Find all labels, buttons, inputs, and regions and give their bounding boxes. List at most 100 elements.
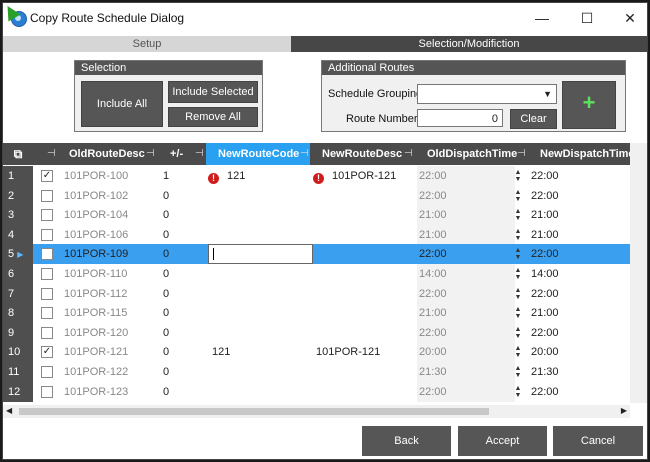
clear-button[interactable]: Clear <box>510 109 557 129</box>
table-row[interactable]: 3 101POR-104 0 21:00 ▲ ▼ 21:00 <box>3 205 630 226</box>
row-checkbox[interactable] <box>41 209 53 222</box>
table-row[interactable]: 11 101POR-122 0 21:30 ▲ ▼ 21:30 <box>3 362 630 382</box>
new-dispatch-time-cell[interactable]: 21:00 <box>531 225 559 245</box>
column-header-plus-minus[interactable]: +/- <box>170 143 183 165</box>
row-number[interactable]: 10 <box>3 342 33 363</box>
time-spinner-icon[interactable]: ▲ ▼ <box>514 264 522 284</box>
horizontal-scrollbar[interactable]: ◀ ▶ <box>3 405 630 418</box>
table-row[interactable]: 2 101POR-102 0 22:00 ▲ ▼ 22:00 <box>3 185 630 206</box>
row-checkbox[interactable] <box>41 189 53 202</box>
vertical-scrollbar[interactable] <box>630 143 647 403</box>
time-spinner-icon[interactable]: ▲ ▼ <box>514 166 522 186</box>
include-all-button[interactable]: Include All <box>81 81 163 127</box>
new-dispatch-time-cell[interactable]: 21:00 <box>531 205 559 225</box>
accept-button[interactable]: Accept <box>458 426 547 456</box>
row-checkbox[interactable] <box>41 248 53 261</box>
time-spinner-icon[interactable]: ▲ ▼ <box>514 303 522 323</box>
table-row[interactable]: 1 ✓ 101POR-100 1! 121! 101POR-121 22:00 ▲ ▼ 22:00 <box>3 166 630 186</box>
pin-icon[interactable]: ⊣ <box>47 143 56 165</box>
row-checkbox[interactable] <box>41 366 53 378</box>
new-dispatch-time-cell[interactable]: 21:30 <box>531 362 559 382</box>
back-button[interactable]: Back <box>362 426 451 456</box>
plus-minus-cell[interactable]: 0 <box>163 284 169 304</box>
new-route-desc-cell[interactable]: 101POR-121 <box>316 342 380 362</box>
row-number[interactable]: 3 <box>3 205 33 226</box>
minimize-button[interactable]: — <box>532 8 552 28</box>
plus-minus-cell[interactable]: 0 <box>163 342 169 362</box>
plus-minus-cell[interactable]: 0 <box>163 382 169 402</box>
table-row[interactable]: 12 101POR-123 0 22:00 ▲ ▼ 22:00 <box>3 381 630 402</box>
row-number[interactable]: 7 <box>3 283 33 304</box>
new-dispatch-time-cell[interactable]: 22:00 <box>531 382 559 402</box>
new-dispatch-time-cell[interactable]: 20:00 <box>531 342 559 362</box>
table-row[interactable]: 10 ✓ 101POR-121 0 121 101POR-121 20:00 ▲ ▼ 20:00 <box>3 342 630 363</box>
time-spinner-icon[interactable]: ▲ ▼ <box>514 382 522 402</box>
plus-minus-cell[interactable]: 0 <box>163 264 169 284</box>
table-row[interactable]: 9 101POR-120 0 22:00 ▲ ▼ 22:00 <box>3 322 630 343</box>
row-number[interactable]: 5 ▶ <box>3 244 33 265</box>
plus-minus-cell[interactable]: 0 <box>163 244 169 264</box>
time-spinner-icon[interactable]: ▲ ▼ <box>514 225 522 245</box>
table-row[interactable]: 4 101POR-106 0 21:00 ▲ ▼ 21:00 <box>3 224 630 245</box>
table-row[interactable]: 6 101POR-110 0 14:00 ▲ ▼ 14:00 <box>3 264 630 284</box>
remove-all-button[interactable]: Remove All <box>168 107 258 127</box>
maximize-button[interactable]: ☐ <box>577 8 597 28</box>
tab-setup[interactable]: Setup <box>3 36 291 52</box>
include-selected-button[interactable]: Include Selected <box>168 81 258 103</box>
scroll-right-icon[interactable]: ▶ <box>621 406 627 415</box>
route-number-input[interactable]: 0 <box>417 109 503 127</box>
pin-icon[interactable]: ⊣ <box>195 143 204 165</box>
horizontal-scroll-thumb[interactable] <box>19 408 489 415</box>
grid-menu-icon[interactable]: ⧉ <box>3 143 33 165</box>
plus-minus-cell[interactable]: 0 <box>163 323 169 343</box>
new-dispatch-time-cell[interactable]: 22:00 <box>531 166 559 186</box>
column-header-old-route-desc[interactable]: OldRouteDesc <box>69 143 145 165</box>
pin-icon[interactable]: ⊣ <box>517 143 526 165</box>
plus-minus-cell[interactable]: 0 <box>163 225 169 245</box>
schedule-grouping-dropdown[interactable]: ▼ <box>417 84 557 104</box>
column-header-old-dispatch-time[interactable]: OldDispatchTime <box>427 143 517 165</box>
row-number[interactable]: 9 <box>3 322 33 343</box>
row-checkbox[interactable] <box>41 307 53 320</box>
new-dispatch-time-cell[interactable]: 22:00 <box>531 284 559 304</box>
row-number[interactable]: 6 <box>3 264 33 284</box>
plus-minus-cell[interactable]: 0 <box>163 186 169 206</box>
new-route-desc-cell[interactable]: ! 101POR-121 <box>313 166 396 186</box>
row-number[interactable]: 8 <box>3 303 33 324</box>
new-dispatch-time-cell[interactable]: 22:00 <box>531 186 559 206</box>
time-spinner-icon[interactable]: ▲ ▼ <box>514 323 522 343</box>
pin-icon[interactable]: ⊣ <box>300 143 309 165</box>
plus-minus-cell[interactable]: 0 <box>163 303 169 323</box>
row-checkbox[interactable] <box>41 268 53 280</box>
new-dispatch-time-cell[interactable]: 22:00 <box>531 323 559 343</box>
time-spinner-icon[interactable]: ▲ ▼ <box>514 244 522 264</box>
row-number[interactable]: 4 <box>3 224 33 245</box>
close-button[interactable]: ✕ <box>620 8 640 28</box>
time-spinner-icon[interactable]: ▲ ▼ <box>514 362 522 382</box>
time-spinner-icon[interactable]: ▲ ▼ <box>514 342 522 362</box>
pin-icon[interactable]: ⊣ <box>404 143 413 165</box>
row-number[interactable]: 2 <box>3 185 33 206</box>
row-checkbox[interactable] <box>41 385 53 398</box>
new-route-code-cell[interactable]: ! 121 <box>208 166 245 186</box>
new-route-code-editor[interactable] <box>208 244 313 265</box>
plus-minus-cell[interactable]: 1 <box>163 166 169 186</box>
cancel-button[interactable]: Cancel <box>553 426 643 456</box>
time-spinner-icon[interactable]: ▲ ▼ <box>514 284 522 304</box>
add-route-button[interactable]: + <box>562 81 616 129</box>
row-checkbox[interactable] <box>41 326 53 339</box>
column-header-new-route-code[interactable]: NewRouteCode <box>206 143 310 165</box>
row-checkbox[interactable]: ✓ <box>41 170 53 182</box>
row-checkbox[interactable]: ✓ <box>41 346 53 359</box>
table-row[interactable]: 8 101POR-115 0 21:00 ▲ ▼ 21:00 <box>3 303 630 324</box>
column-header-new-dispatch-time[interactable]: NewDispatchTime <box>540 143 635 165</box>
plus-minus-cell[interactable]: 0 <box>163 362 169 382</box>
pin-icon[interactable]: ⊣ <box>146 143 155 165</box>
time-spinner-icon[interactable]: ▲ ▼ <box>514 186 522 206</box>
time-spinner-icon[interactable]: ▲ ▼ <box>514 205 522 225</box>
new-dispatch-time-cell[interactable]: 21:00 <box>531 303 559 323</box>
tab-selection-modification[interactable]: Selection/Modifiction <box>291 36 647 52</box>
new-dispatch-time-cell[interactable]: 14:00 <box>531 264 559 284</box>
table-row[interactable]: 7 101POR-112 0 22:00 ▲ ▼ 22:00 <box>3 283 630 304</box>
new-route-code-cell[interactable]: 121 <box>212 342 230 362</box>
